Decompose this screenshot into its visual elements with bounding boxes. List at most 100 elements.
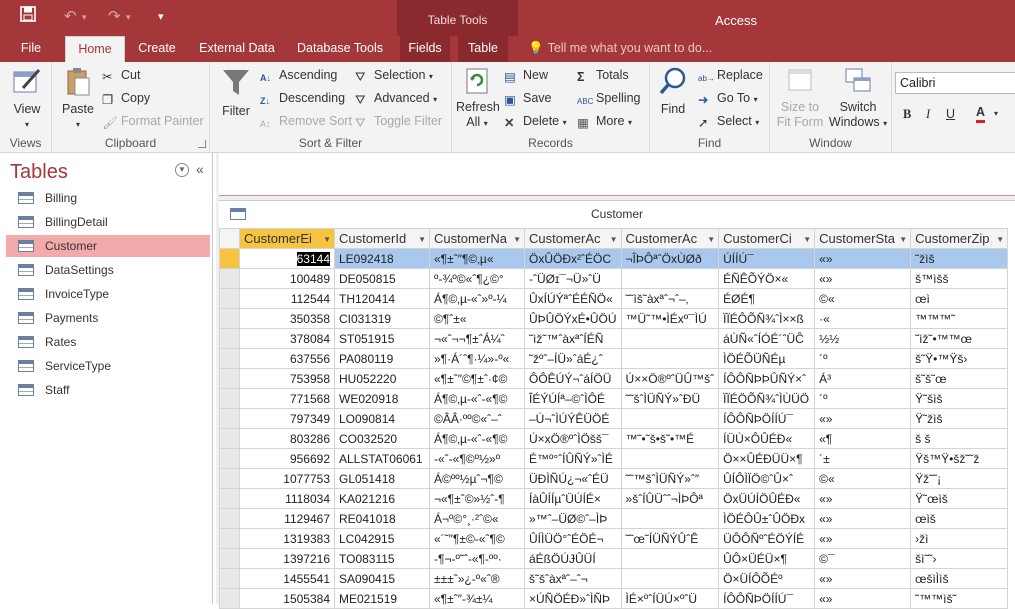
table-cell[interactable]: «» [814, 408, 912, 429]
table-cell[interactable]: ˜ìž˜•™™œ [910, 328, 1009, 349]
nav-item-invoicetype[interactable]: InvoiceType [6, 283, 210, 305]
goto-button[interactable]: ➜ Go To ▾ [698, 90, 758, 108]
table-cell[interactable]: –Ú¬ˆÌÚÝÊÜÖÉ [524, 408, 622, 429]
table-cell[interactable]: Ÿš™Ÿ•šž˜˜ž [910, 448, 1009, 469]
table-cell[interactable]: «» [814, 588, 912, 609]
table-cell[interactable]: ÜÔÔÑºˆÉÖÝÍÉ [718, 528, 816, 549]
chevron-down-icon[interactable]: ▼ [899, 235, 907, 244]
table-cell[interactable]: «´˜″¶±©-«ˆ¶© [429, 528, 525, 549]
switch-windows-button[interactable]: Switch Windows ▾ [826, 66, 890, 131]
table-cell[interactable] [620, 508, 720, 529]
refresh-all-button[interactable]: Refresh All ▾ [456, 66, 500, 131]
table-cell[interactable]: ÏÏÉÖÕÑ¾ˆÌÙÜÖ [718, 388, 816, 409]
table-cell[interactable]: ÉÑÊÕÝÖ×« [718, 268, 816, 289]
table-cell[interactable]: 771568 [239, 388, 335, 409]
redo-icon[interactable]: ↷ [108, 6, 121, 28]
table-cell[interactable]: ÌÖÉÕÜÑÉµ [718, 348, 816, 369]
record-selector[interactable] [219, 548, 240, 569]
undo-icon[interactable]: ↶ [64, 6, 77, 28]
table-cell[interactable]: 63144 [239, 248, 335, 269]
advanced-button[interactable]: ⛛ Advanced ▾ [355, 90, 437, 108]
table-cell[interactable]: ÍÔÔÑÞÞÛÑÝ×ˆ [718, 368, 816, 389]
nav-item-datasettings[interactable]: DataSettings [6, 259, 210, 281]
table-cell[interactable]: ™˜•˜š•š˜•™É [620, 428, 720, 449]
table-cell[interactable]: Ö××ÛÉÐÜÜ×¶ [718, 448, 816, 469]
table-cell[interactable]: «» [814, 528, 912, 549]
table-cell[interactable]: Ö×ÜÍÔÕÉº [718, 568, 816, 589]
table-cell[interactable]: ÌÖÉÔÛ±ˆÛÖÐx [718, 508, 816, 529]
table-cell[interactable]: 378084 [239, 328, 335, 349]
table-cell[interactable]: ¬ÎÞÔªˆÖxÙØð [620, 248, 720, 269]
table-cell[interactable]: LE092418 [334, 248, 430, 269]
table-cell[interactable]: ME021519 [334, 588, 430, 609]
table-cell[interactable]: ™™™˜ [910, 308, 1009, 329]
chevron-down-icon[interactable]: ▼ [323, 235, 331, 244]
record-selector[interactable] [219, 288, 240, 309]
font-color-dropdown-icon[interactable]: ▾ [994, 106, 998, 122]
paste-button[interactable]: Paste ▾ [58, 66, 98, 132]
column-header-customername[interactable]: CustomerNa ▼ [429, 228, 525, 249]
table-cell[interactable]: ALLSTAT06061 [334, 448, 430, 469]
record-selector[interactable] [219, 408, 240, 429]
table-cell[interactable]: HU052220 [334, 368, 430, 389]
table-cell[interactable]: «» [814, 268, 912, 289]
table-row[interactable]: 1129467 RE041018 Á¬º©°¸·²ˆ©« »™ˆ–ÜØ©ˆ–ÌÞ ÌÖÉ… [219, 508, 1009, 529]
table-cell[interactable]: ´º [814, 348, 912, 369]
table-cell[interactable]: ÍàÛÍÍµˆÜÚÍÉ× [524, 488, 622, 509]
table-cell[interactable]: »šˆÍÛÜˆˆ¬ÌÞÔª [620, 488, 720, 509]
record-selector[interactable] [219, 468, 240, 489]
record-selector[interactable] [219, 368, 240, 389]
find-button[interactable]: Find [656, 66, 690, 117]
table-cell[interactable] [620, 268, 720, 289]
table-cell[interactable]: «» [814, 248, 912, 269]
nav-item-staff[interactable]: Staff [6, 379, 210, 401]
table-cell[interactable]: ÜÐÌÑÚ¿¬«ˆÉÜ [524, 468, 622, 489]
ascending-button[interactable]: A↓ Ascending [260, 67, 337, 84]
record-selector[interactable] [219, 428, 240, 449]
font-color-button[interactable]: A [976, 104, 986, 123]
record-selector[interactable] [219, 508, 240, 529]
bold-button[interactable]: B [903, 106, 911, 122]
table-cell[interactable]: áÙÑ«ˆÍÓÉ´ˆÜĈ [718, 328, 816, 349]
table-cell[interactable]: œìš [910, 508, 1009, 529]
replace-button[interactable]: ab→ Replace [698, 67, 763, 85]
column-header-customeraddress2[interactable]: CustomerAc ▼ [620, 228, 720, 249]
table-cell[interactable]: 1118034 [239, 488, 335, 509]
table-cell[interactable]: º-¾º©«ˆ¶¿©° [429, 268, 525, 289]
table-cell[interactable]: CI031319 [334, 308, 430, 329]
chevron-down-icon[interactable]: ▼ [418, 235, 426, 244]
table-cell[interactable] [620, 548, 720, 569]
table-cell[interactable]: ÏÏÉÔÕÑ¾ˆÌ××ß [718, 308, 816, 329]
table-cell[interactable]: Ÿ˜žìš [910, 408, 1009, 429]
table-cell[interactable]: »¶·Á´ˆ¶·¼»-º« [429, 348, 525, 369]
chevron-down-icon[interactable]: ▼ [610, 235, 618, 244]
table-cell[interactable]: ST051915 [334, 328, 430, 349]
column-header-customerstate[interactable]: CustomerSta ▼ [814, 228, 912, 249]
table-cell[interactable]: RE041018 [334, 508, 430, 529]
record-selector[interactable] [219, 588, 240, 609]
table-cell[interactable]: 803286 [239, 428, 335, 449]
table-cell[interactable]: É™º°ˆÍÛÑÝ»ˆÌÉ [524, 448, 622, 469]
table-cell[interactable]: ÛÞÛÖÝxÉ•ÛÖÚ [524, 308, 622, 329]
table-cell[interactable]: Á¶©‚µ-«ˆ»º-¼ [429, 288, 525, 309]
table-row[interactable]: 378084 ST051915 ¬«ˆ¬¬¶±ˆÁ¼ˆ ˜ìž˜™ˆàxªˆÍÉÑ áÙ… [219, 328, 1009, 349]
tab-create[interactable]: Create [130, 36, 184, 62]
table-cell[interactable]: ¬«ˆ¬¬¶±ˆÁ¼ˆ [429, 328, 525, 349]
redo-dropdown-icon[interactable]: ▾ [126, 6, 131, 28]
size-to-fit-form-button[interactable]: Size to Fit Form [774, 66, 826, 130]
table-cell[interactable]: 797349 [239, 408, 335, 429]
nav-item-billing[interactable]: Billing [6, 187, 210, 209]
table-cell[interactable]: -ˆÜØɪ¯¬Ü»ˆÜ [524, 268, 622, 289]
nav-item-rates[interactable]: Rates [6, 331, 210, 353]
chevron-down-icon[interactable]: ▼ [513, 235, 521, 244]
nav-item-billingdetail[interactable]: BillingDetail [6, 211, 210, 233]
table-cell[interactable]: 1505384 [239, 588, 335, 609]
table-row[interactable]: 956692 ALLSTAT06061 -«ˆ-«¶©º½»º É™º°ˆÍÛÑÝ»ˆ… [219, 448, 1009, 469]
table-cell[interactable]: «» [814, 508, 912, 529]
delete-record-button[interactable]: ✕ Delete ▾ [504, 113, 567, 131]
table-cell[interactable]: ÛxÍÚÝªˆÉÉÑÖ« [524, 288, 622, 309]
table-cell[interactable]: ´± [814, 448, 912, 469]
table-cell[interactable]: -¶¬-º˜ˆ-«¶-ºº· [429, 548, 525, 569]
column-header-customerid[interactable]: CustomerId ▼ [334, 228, 430, 249]
table-cell[interactable]: «¶ [814, 428, 912, 449]
